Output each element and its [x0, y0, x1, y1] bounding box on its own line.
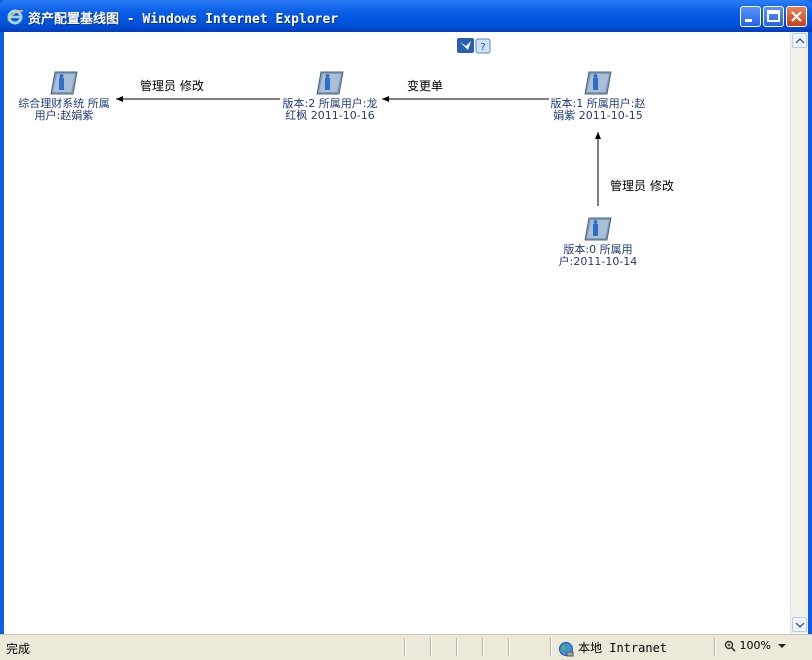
- diagram-node-system[interactable]: 综合理财系统 所属用户:赵娟紫: [16, 70, 112, 122]
- zoom-icon: [724, 640, 736, 652]
- edge-label: 管理员 修改: [140, 79, 204, 93]
- chevron-down-icon[interactable]: [778, 644, 786, 649]
- node-label: 版本:1 所属用户:赵娟紫 2011-10-15: [550, 97, 646, 122]
- minimize-button[interactable]: [740, 6, 761, 27]
- edge-label: 管理员 修改: [610, 179, 674, 193]
- zoom-control[interactable]: 100%: [724, 639, 771, 652]
- status-text: 完成: [6, 642, 31, 656]
- status-divider: [482, 638, 483, 656]
- page-content: ? 管理员 修改 变更单 管理员 修改 综合理财系统 所属用户:赵娟紫 版本:2…: [4, 32, 808, 634]
- scroll-up-button[interactable]: [792, 33, 807, 48]
- window-title: 资产配置基线图 - Windows Internet Explorer: [28, 12, 339, 27]
- asset-icon: [316, 71, 344, 95]
- status-divider: [404, 638, 405, 656]
- node-label: 版本:0 所属用户:2011-10-14: [558, 243, 638, 268]
- diagram-node-version-1[interactable]: 版本:1 所属用户:赵娟紫 2011-10-15: [548, 70, 648, 122]
- ie-window: 资产配置基线图 - Windows Internet Explorer ? 管理…: [0, 0, 812, 660]
- title-bar[interactable]: 资产配置基线图 - Windows Internet Explorer: [0, 0, 812, 32]
- close-icon: [791, 11, 802, 22]
- node-label: 综合理财系统 所属用户:赵娟紫: [18, 97, 110, 122]
- status-divider: [430, 638, 431, 656]
- asset-icon: [50, 71, 78, 95]
- edge-label: 变更单: [407, 79, 444, 93]
- status-bar: 完成 本地 Intranet 100%: [0, 634, 812, 660]
- chevron-up-icon: [795, 37, 805, 44]
- security-zone[interactable]: 本地 Intranet: [558, 639, 667, 657]
- scroll-down-button[interactable]: [792, 617, 807, 632]
- node-label: 版本:2 所属用户:龙红枫 2011-10-16: [282, 97, 378, 122]
- zone-label: 本地 Intranet: [578, 641, 668, 655]
- status-divider: [508, 638, 509, 656]
- ie-logo-icon: [7, 9, 24, 25]
- diagram-node-version-0[interactable]: 版本:0 所属用户:2011-10-14: [548, 216, 648, 268]
- chevron-down-icon: [795, 622, 805, 629]
- vertical-scrollbar[interactable]: [790, 32, 808, 634]
- zoom-level: 100%: [739, 639, 771, 652]
- globe-icon: [559, 641, 574, 656]
- minimize-icon: [745, 19, 752, 22]
- status-divider: [550, 638, 551, 656]
- status-divider: [456, 638, 457, 656]
- maximize-button[interactable]: [763, 6, 784, 27]
- diagram-node-version-2[interactable]: 版本:2 所属用户:龙红枫 2011-10-16: [282, 70, 378, 122]
- status-divider: [714, 638, 715, 656]
- asset-icon: [584, 71, 612, 95]
- asset-icon: [584, 217, 612, 241]
- maximize-icon: [767, 10, 780, 22]
- close-button[interactable]: [786, 6, 807, 27]
- diagram-edges: [116, 96, 601, 206]
